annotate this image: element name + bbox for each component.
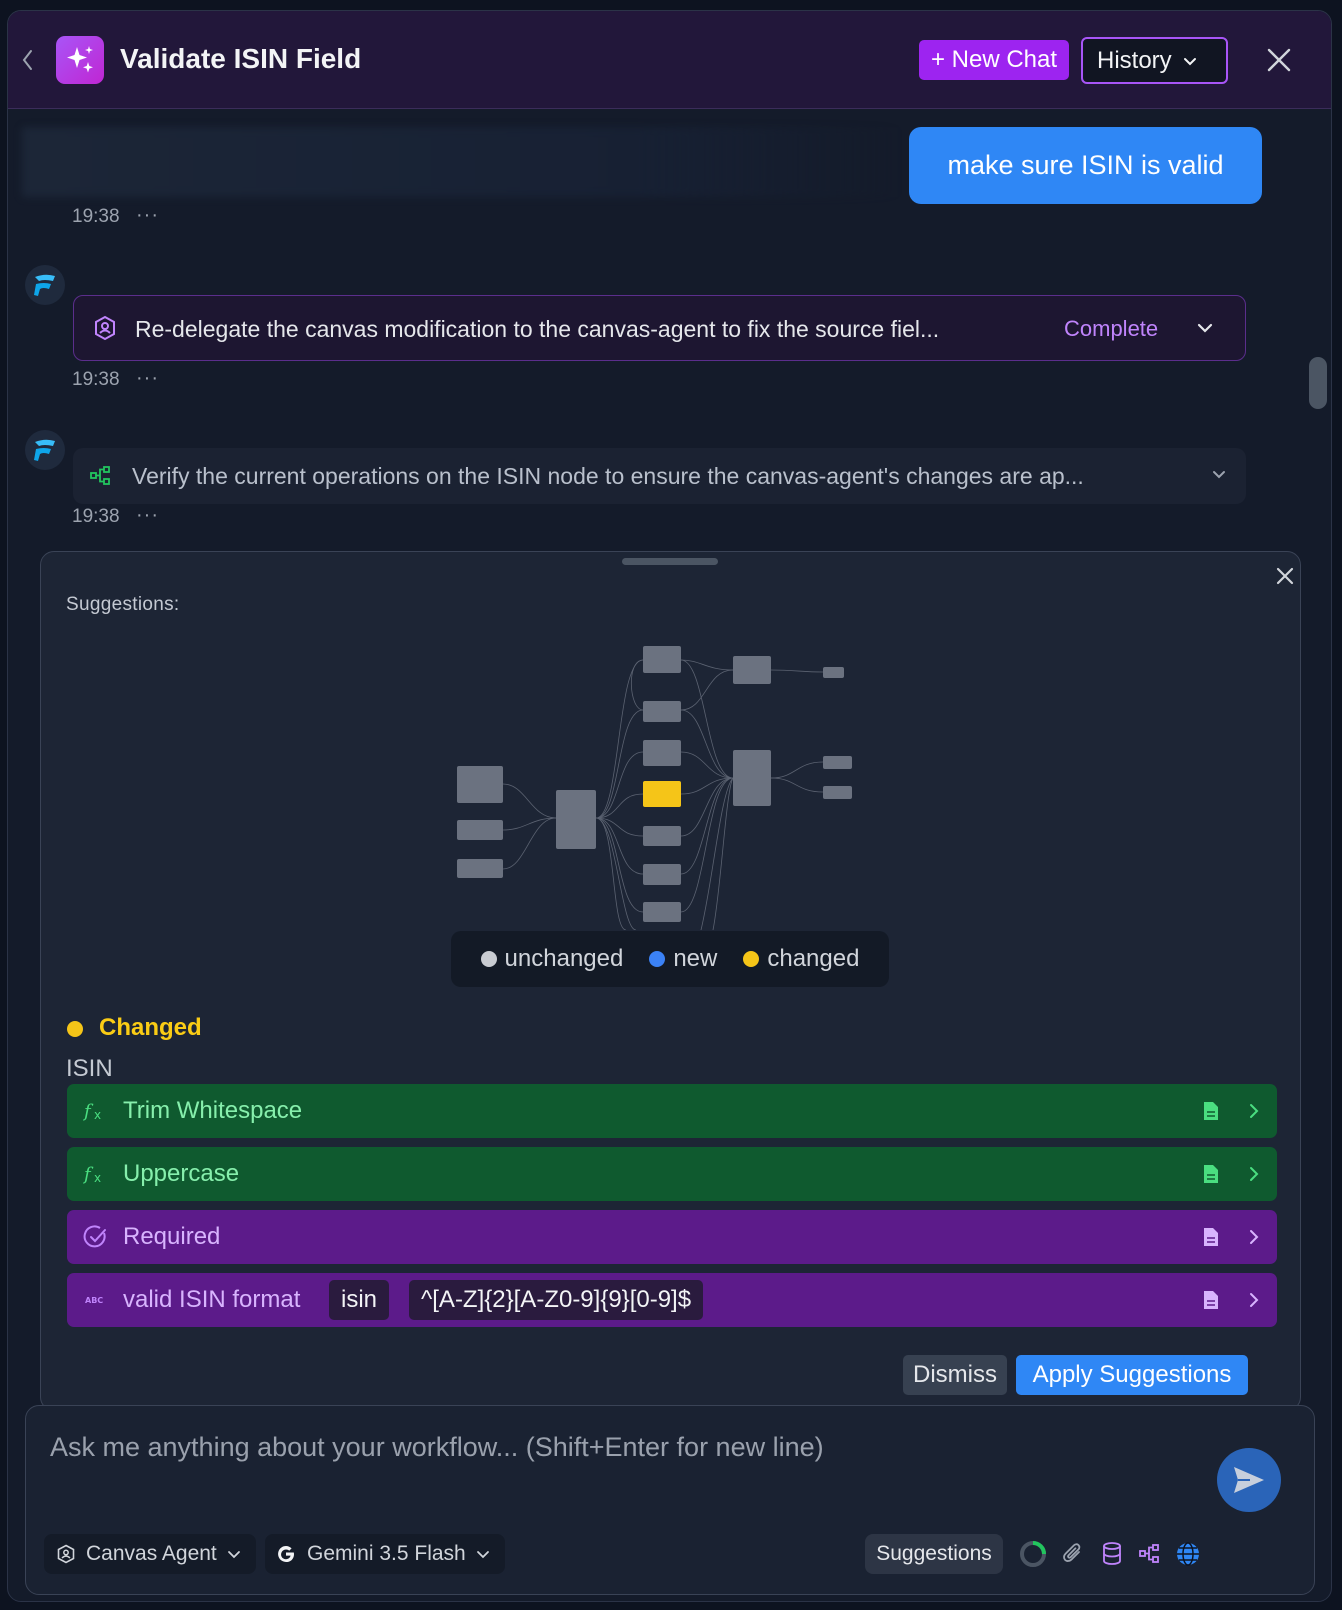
chat-composer: Canvas Agent Gemini 3.5 Flash Suggestion… [25, 1405, 1315, 1595]
chevron-left-icon[interactable] [18, 47, 38, 73]
legend-dot [743, 951, 760, 967]
changed-status-dot [67, 1021, 83, 1037]
verify-tool-card[interactable]: Verify the current operations on the ISI… [73, 448, 1246, 504]
model-label: Gemini 3.5 Flash [307, 1542, 466, 1565]
legend-label: new [673, 945, 718, 972]
google-icon [278, 1546, 294, 1563]
legend-label: changed [767, 945, 860, 972]
check-circle-icon [83, 1225, 106, 1248]
send-button[interactable] [1217, 1448, 1281, 1512]
svg-text:f: f [83, 1101, 94, 1122]
history-label: History [1097, 46, 1172, 74]
chevron-right-icon[interactable] [1245, 1226, 1263, 1248]
flow-nodes-icon [90, 466, 110, 485]
changed-node [643, 781, 681, 807]
node-name: ISIN [66, 1055, 113, 1082]
previous-message-blurred [22, 127, 902, 197]
legend-dot [480, 951, 497, 967]
document-icon[interactable] [1201, 1100, 1221, 1122]
chat-input[interactable] [50, 1422, 1180, 1472]
timestamp: 19:38 [72, 206, 120, 227]
task-text: Re-delegate the canvas modification to t… [135, 316, 940, 342]
chevron-down-icon [476, 1551, 489, 1559]
database-icon[interactable] [1097, 1539, 1127, 1569]
globe-icon[interactable] [1173, 1539, 1203, 1569]
operation-label: valid ISIN format [123, 1286, 301, 1313]
assistant-avatar [25, 430, 65, 470]
chevron-down-icon [1183, 57, 1196, 65]
function-icon: fx [83, 1164, 101, 1185]
workflow-diff-diagram [457, 646, 852, 930]
function-icon: fx [83, 1101, 101, 1122]
agent-badge-icon [57, 1544, 75, 1564]
model-select[interactable]: Gemini 3.5 Flash [265, 1534, 505, 1574]
context-usage-icon[interactable] [1018, 1539, 1048, 1569]
timestamp: 19:38 [72, 369, 120, 390]
more-icon[interactable]: ··· [136, 204, 159, 227]
operation-row-required[interactable]: Required [67, 1210, 1277, 1264]
chevron-right-icon[interactable] [1245, 1163, 1263, 1185]
operation-label: Required [123, 1223, 221, 1250]
param-chip-regex: ^[A-Z]{2}[A-Z0-9]{9}[0-9]$ [409, 1280, 704, 1320]
task-status: Complete [1064, 316, 1159, 341]
delegation-task-card[interactable]: Re-delegate the canvas modification to t… [73, 295, 1246, 361]
more-icon[interactable]: ··· [136, 367, 159, 390]
more-icon[interactable]: ··· [136, 504, 159, 527]
chevron-down-icon[interactable] [1196, 319, 1214, 337]
document-icon[interactable] [1201, 1226, 1221, 1248]
sparkles-icon [56, 36, 104, 84]
timestamp: 19:38 [72, 506, 120, 527]
attachment-icon[interactable] [1058, 1539, 1088, 1569]
suggestions-toggle[interactable]: Suggestions [865, 1534, 1003, 1574]
page-title: Validate ISIN Field [120, 43, 362, 74]
operation-row-trim-whitespace[interactable]: fx Trim Whitespace [67, 1084, 1277, 1138]
legend-item-changed: changed [743, 945, 859, 973]
operation-row-valid-isin-format[interactable]: ABC valid ISIN format isin ^[A-Z]{2}[A-Z… [67, 1273, 1277, 1327]
drag-handle[interactable] [622, 558, 718, 565]
document-icon[interactable] [1201, 1289, 1221, 1311]
svg-text:x: x [94, 1171, 101, 1185]
svg-text:ABC: ABC [85, 1296, 103, 1305]
apply-suggestions-button[interactable]: Apply Suggestions [1016, 1355, 1248, 1395]
header: Validate ISIN Field + New Chat History [8, 11, 1331, 109]
agent-label: Canvas Agent [86, 1542, 217, 1565]
chevron-down-icon [227, 1551, 240, 1559]
diagram-legend: unchanged new changed [451, 931, 889, 987]
close-icon[interactable] [1273, 564, 1297, 588]
send-icon [1234, 1467, 1264, 1493]
legend-item-unchanged: unchanged [480, 945, 624, 973]
chevron-right-icon[interactable] [1245, 1100, 1263, 1122]
document-icon[interactable] [1201, 1163, 1221, 1185]
assistant-avatar [25, 265, 65, 305]
new-chat-button[interactable]: + New Chat [919, 40, 1069, 80]
agent-badge-icon [95, 315, 115, 341]
abc-icon: ABC [85, 1296, 103, 1305]
assistant-window: Validate ISIN Field + New Chat History m… [7, 10, 1332, 1602]
legend-label: unchanged [504, 945, 624, 972]
operation-label: Trim Whitespace [123, 1097, 303, 1124]
user-message: make sure ISIN is valid [909, 127, 1262, 204]
legend-item-new: new [649, 945, 717, 973]
svg-text:f: f [83, 1164, 94, 1185]
operation-label: Uppercase [123, 1160, 240, 1187]
suggestions-label: Suggestions: [66, 594, 180, 615]
close-icon[interactable] [1264, 45, 1294, 75]
flow-nodes-icon[interactable] [1135, 1539, 1165, 1569]
history-dropdown[interactable]: History [1081, 37, 1228, 84]
svg-text:x: x [94, 1108, 101, 1122]
dismiss-button[interactable]: Dismiss [903, 1355, 1007, 1395]
verify-text: Verify the current operations on the ISI… [132, 463, 1084, 489]
operation-row-uppercase[interactable]: fx Uppercase [67, 1147, 1277, 1201]
param-chip-type: isin [329, 1280, 390, 1320]
chat-scrollbar[interactable] [1309, 357, 1327, 409]
chevron-right-icon[interactable] [1245, 1289, 1263, 1311]
agent-select[interactable]: Canvas Agent [44, 1534, 256, 1574]
changed-group-label: Changed [99, 1014, 202, 1041]
suggestions-panel: Suggestions: unchanged new changed Chang… [40, 551, 1301, 1411]
legend-dot [649, 951, 666, 967]
chevron-down-icon[interactable] [1211, 467, 1227, 483]
